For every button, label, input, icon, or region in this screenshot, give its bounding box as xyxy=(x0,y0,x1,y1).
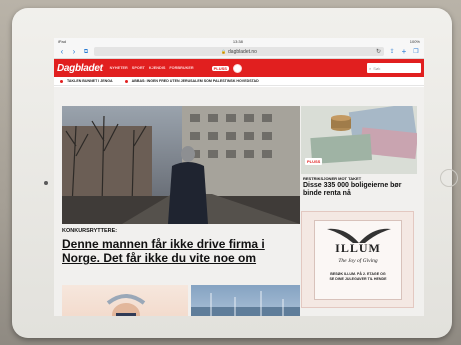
ad-cta: BESØK ILLUM. PÅ 2. ETAGE OG SE DINE JULE… xyxy=(319,272,397,282)
ad-tagline: The Joy of Giving xyxy=(338,258,378,264)
lead-kicker: KONKURSRYTTERE: xyxy=(62,228,118,234)
ticker-dot-icon xyxy=(124,79,128,83)
side-kicker: RESTRIKSJONER MOT TAKET xyxy=(303,176,362,181)
site-header: Dagbladet NYHETER SPORT KJENDIS FORBRUKE… xyxy=(54,59,424,77)
status-time: 13:38 xyxy=(232,39,243,44)
lock-icon: 🔒 xyxy=(221,49,227,54)
ad-cta-line2: SE DINE JULEGAVER TIL HENDE xyxy=(329,277,387,281)
lead-image[interactable] xyxy=(62,106,300,224)
news-ticker: TAKLEN BUNNET I JENGA ABBAS: INGEN FRED … xyxy=(54,77,424,86)
chevron-left-icon[interactable]: ‹ xyxy=(58,47,66,57)
story-thumbnail-2[interactable] xyxy=(191,285,300,316)
ad-card: ILLUM The Joy of Giving BESØK ILLUM. PÅ … xyxy=(314,220,402,300)
ticker-item-1[interactable]: TAKLEN BUNNET I JENGA xyxy=(67,79,113,83)
side-headline[interactable]: Disse 335 000 boligeierne bør binde rent… xyxy=(303,182,413,199)
url-bar[interactable]: 🔒 dagbladet.no ↻ xyxy=(94,47,384,56)
plus-icon[interactable]: + xyxy=(400,47,408,57)
share-icon[interactable]: ⇪ xyxy=(388,47,396,57)
book-icon[interactable]: ⧉ xyxy=(82,47,90,57)
search-placeholder: Søk xyxy=(373,65,381,71)
site-logo[interactable]: Dagbladet xyxy=(57,63,106,74)
home-button[interactable] xyxy=(440,169,458,187)
side-story-image[interactable]: PLUSS xyxy=(301,106,417,174)
nav-item-kjendis[interactable]: KJENDIS xyxy=(149,66,165,70)
plus-badge[interactable]: PLUSS xyxy=(211,65,229,71)
advertisement[interactable]: ILLUM The Joy of Giving BESØK ILLUM. PÅ … xyxy=(301,211,414,308)
ipad-screen: iPad 13:38 100% ‹ › ⧉ 🔒 dagbladet.no ↻ ⇪… xyxy=(54,38,424,316)
url-text: dagbladet.no xyxy=(228,48,257,55)
status-carrier: iPad xyxy=(58,39,67,44)
user-icon[interactable] xyxy=(232,63,242,73)
status-battery: 100% xyxy=(409,39,420,44)
status-bar: iPad 13:38 100% xyxy=(54,38,424,45)
lead-headline[interactable]: Denne mannen får ikke drive firma i Norg… xyxy=(62,237,302,265)
ad-logo: ILLUM xyxy=(335,241,381,255)
reload-icon[interactable]: ↻ xyxy=(376,48,381,55)
nav-item-sport[interactable]: SPORT xyxy=(132,66,145,70)
story-thumbnail-1[interactable] xyxy=(62,285,188,316)
search-input[interactable]: ⌕ Søk xyxy=(367,63,421,73)
nav-item-nyheter[interactable]: NYHETER xyxy=(110,66,128,70)
tabs-icon[interactable]: ❐ xyxy=(412,47,420,57)
live-dot-icon xyxy=(60,79,63,83)
camera-icon xyxy=(44,181,48,185)
ticker-item-2[interactable]: ABBAS: INGEN FRED UTEN JERUSALEM SOM PAL… xyxy=(132,79,259,83)
plus-badge-side: PLUSS xyxy=(305,158,323,165)
nav-item-forbruker[interactable]: FORBRUKER xyxy=(169,66,193,70)
front-page: KONKURSRYTTERE: Denne mannen får ikke dr… xyxy=(54,87,424,316)
photo-background: iPad 13:38 100% ‹ › ⧉ 🔒 dagbladet.no ↻ ⇪… xyxy=(0,0,461,345)
chevron-right-icon[interactable]: › xyxy=(70,47,78,57)
browser-toolbar: ‹ › ⧉ 🔒 dagbladet.no ↻ ⇪ + ❐ xyxy=(54,45,424,59)
search-icon: ⌕ xyxy=(369,65,372,71)
